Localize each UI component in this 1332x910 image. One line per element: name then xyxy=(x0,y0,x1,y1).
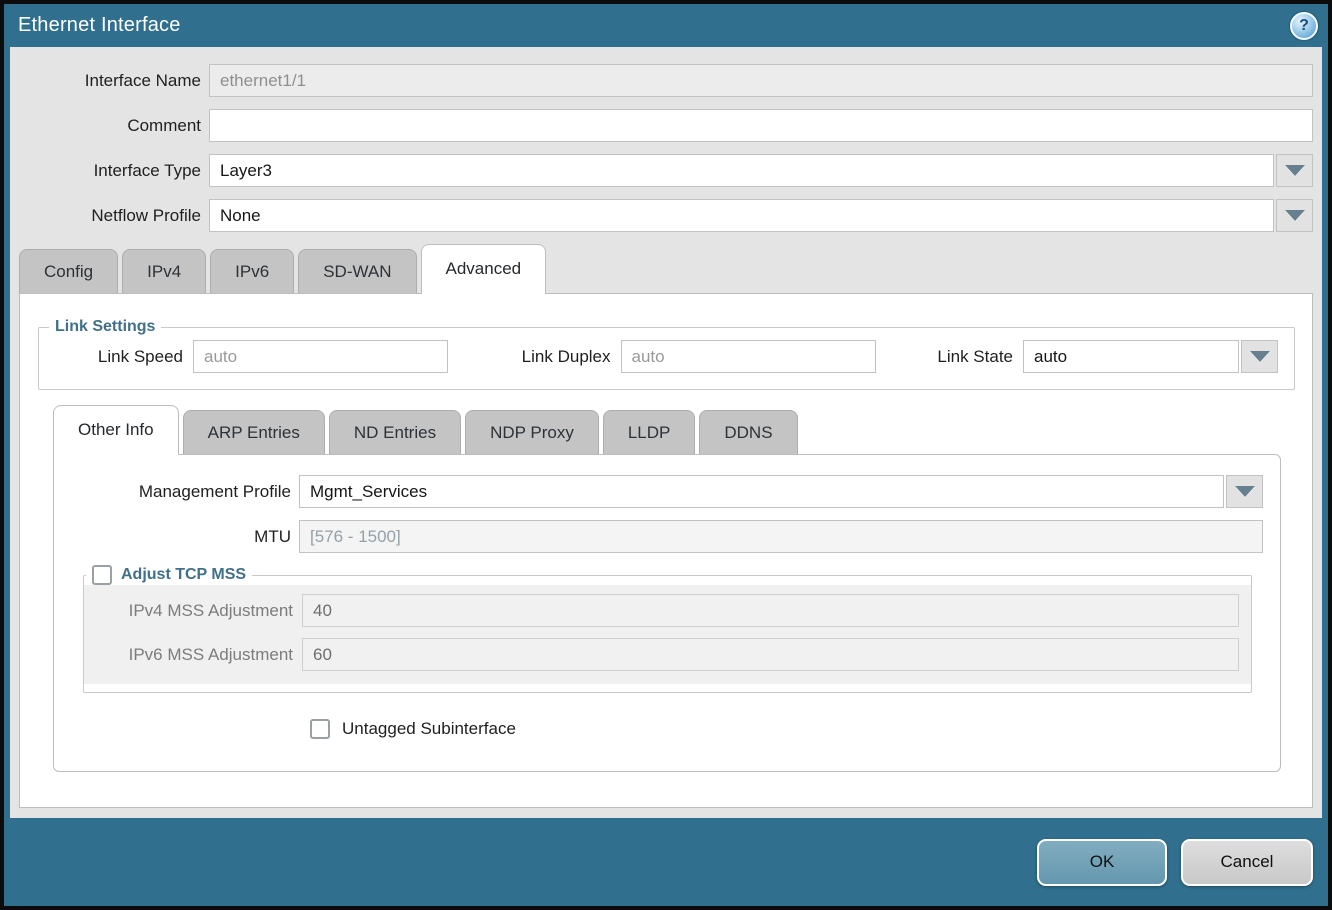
management-profile-dropdown[interactable]: Mgmt_Services xyxy=(299,475,1263,508)
mss-disabled-block: IPv4 MSS Adjustment IPv6 MSS Adjustment xyxy=(84,585,1251,684)
advanced-tab-panel: Link Settings Link Speed Link Duplex Lin… xyxy=(19,293,1313,808)
netflow-profile-row: Netflow Profile None xyxy=(19,199,1313,232)
main-tabstrip: Config IPv4 IPv6 SD-WAN Advanced xyxy=(19,244,1313,293)
chevron-down-icon xyxy=(1235,486,1255,497)
other-info-section: Other Info ARP Entries ND Entries NDP Pr… xyxy=(53,405,1281,772)
tab-nd-entries[interactable]: ND Entries xyxy=(329,410,461,454)
titlebar: Ethernet Interface ? xyxy=(4,4,1328,47)
link-state-dropdown[interactable]: auto xyxy=(1023,340,1278,373)
untagged-subinterface-row: Untagged Subinterface xyxy=(310,719,1263,739)
netflow-profile-label: Netflow Profile xyxy=(19,206,209,226)
tab-other-info[interactable]: Other Info xyxy=(53,405,179,455)
adjust-tcp-mss-label: Adjust TCP MSS xyxy=(121,566,246,584)
chevron-down-icon xyxy=(1285,210,1305,221)
ipv4-mss-field xyxy=(302,594,1239,627)
link-settings-legend: Link Settings xyxy=(49,318,161,336)
ethernet-interface-dialog: Ethernet Interface ? Interface Name Comm… xyxy=(0,0,1332,910)
other-info-panel: Management Profile Mgmt_Services MTU xyxy=(53,454,1281,772)
ipv4-mss-label: IPv4 MSS Adjustment xyxy=(84,601,302,621)
netflow-profile-value[interactable]: None xyxy=(209,199,1274,232)
help-icon[interactable]: ? xyxy=(1290,12,1318,40)
tab-ipv4[interactable]: IPv4 xyxy=(122,249,206,293)
link-duplex-label: Link Duplex xyxy=(501,347,621,367)
link-speed-field[interactable] xyxy=(193,340,448,373)
mtu-field[interactable] xyxy=(299,520,1263,553)
mtu-row: MTU xyxy=(54,520,1263,553)
ok-button[interactable]: OK xyxy=(1037,839,1167,886)
link-state-label: Link State xyxy=(928,347,1023,367)
interface-type-label: Interface Type xyxy=(19,161,209,181)
cancel-button[interactable]: Cancel xyxy=(1181,839,1313,886)
untagged-subinterface-label: Untagged Subinterface xyxy=(342,719,516,739)
link-speed-group: Link Speed xyxy=(53,340,448,373)
tab-ddns[interactable]: DDNS xyxy=(699,410,797,454)
ipv6-mss-row: IPv6 MSS Adjustment xyxy=(84,638,1239,671)
chevron-down-icon xyxy=(1285,165,1305,176)
mtu-label: MTU xyxy=(54,527,299,547)
tab-lldp[interactable]: LLDP xyxy=(603,410,696,454)
ipv6-mss-label: IPv6 MSS Adjustment xyxy=(84,645,302,665)
adjust-tcp-mss-checkbox[interactable] xyxy=(92,565,112,585)
chevron-down-icon[interactable] xyxy=(1241,340,1278,373)
adjust-tcp-mss-fieldset: Adjust TCP MSS IPv4 MSS Adjustment IPv6 … xyxy=(83,565,1252,693)
interface-name-row: Interface Name xyxy=(19,64,1313,97)
dialog-body: Interface Name Comment Interface Type La… xyxy=(10,47,1322,818)
ipv6-mss-field xyxy=(302,638,1239,671)
interface-name-field xyxy=(209,64,1313,97)
link-state-value[interactable]: auto xyxy=(1023,340,1239,373)
ipv4-mss-row: IPv4 MSS Adjustment xyxy=(84,594,1239,627)
interface-type-dropdown[interactable]: Layer3 xyxy=(209,154,1313,187)
tab-advanced[interactable]: Advanced xyxy=(421,244,547,294)
management-profile-value[interactable]: Mgmt_Services xyxy=(299,475,1224,508)
comment-label: Comment xyxy=(19,116,209,136)
interface-type-row: Interface Type Layer3 xyxy=(19,154,1313,187)
tab-sd-wan[interactable]: SD-WAN xyxy=(298,249,416,293)
link-duplex-group: Link Duplex xyxy=(501,340,876,373)
sub-tabstrip: Other Info ARP Entries ND Entries NDP Pr… xyxy=(53,405,1281,454)
link-speed-label: Link Speed xyxy=(53,347,193,367)
tab-ndp-proxy[interactable]: NDP Proxy xyxy=(465,410,599,454)
tab-ipv6[interactable]: IPv6 xyxy=(210,249,294,293)
interface-type-value[interactable]: Layer3 xyxy=(209,154,1274,187)
untagged-subinterface-checkbox[interactable] xyxy=(310,719,330,739)
management-profile-label: Management Profile xyxy=(54,482,299,502)
chevron-down-icon[interactable] xyxy=(1276,199,1313,232)
comment-row: Comment xyxy=(19,109,1313,142)
link-settings-fieldset: Link Settings Link Speed Link Duplex Lin… xyxy=(38,318,1295,390)
chevron-down-icon xyxy=(1250,351,1270,362)
chevron-down-icon[interactable] xyxy=(1276,154,1313,187)
comment-field[interactable] xyxy=(209,109,1313,142)
dialog-footer: OK Cancel xyxy=(4,818,1328,906)
link-state-group: Link State auto xyxy=(928,340,1278,373)
link-settings-row: Link Speed Link Duplex Link State auto xyxy=(39,336,1294,373)
tab-arp-entries[interactable]: ARP Entries xyxy=(183,410,325,454)
interface-name-label: Interface Name xyxy=(19,71,209,91)
management-profile-row: Management Profile Mgmt_Services xyxy=(54,475,1263,508)
tab-config[interactable]: Config xyxy=(19,249,118,293)
dialog-title: Ethernet Interface xyxy=(18,14,1290,37)
link-duplex-field[interactable] xyxy=(621,340,876,373)
netflow-profile-dropdown[interactable]: None xyxy=(209,199,1313,232)
adjust-tcp-mss-legend: Adjust TCP MSS xyxy=(86,565,252,585)
chevron-down-icon[interactable] xyxy=(1226,475,1263,508)
